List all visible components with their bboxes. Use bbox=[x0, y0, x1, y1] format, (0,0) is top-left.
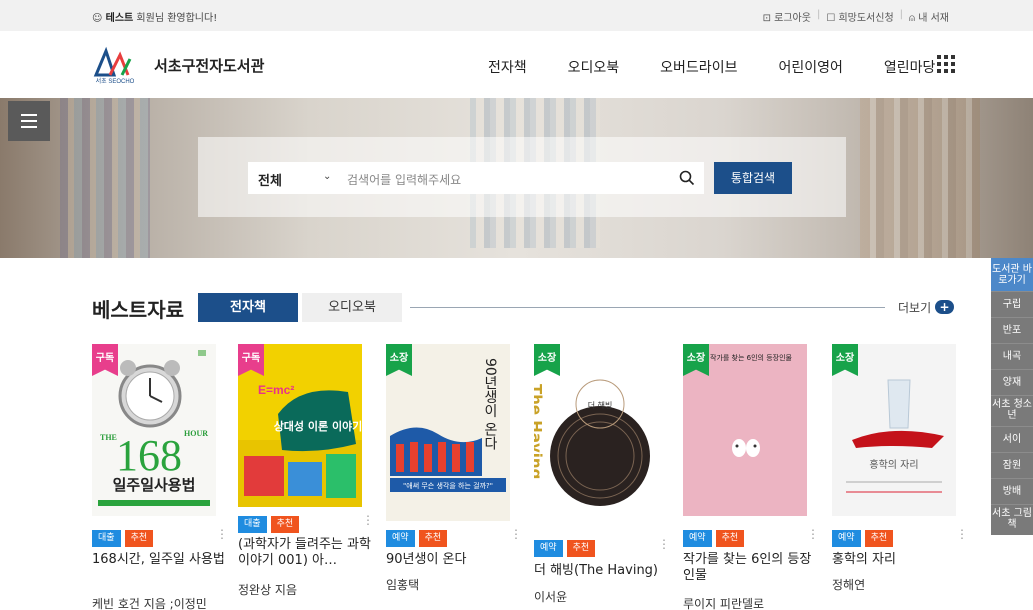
book-author: 이서윤 bbox=[534, 590, 568, 604]
more-options-icon[interactable]: ⋮ bbox=[956, 528, 968, 546]
reserve-badge: 예약 bbox=[683, 530, 712, 547]
quick-item-seocho-picturebook[interactable]: 서초 그림책 bbox=[991, 504, 1033, 535]
divider: | bbox=[816, 9, 821, 20]
quick-item-seocho-youth[interactable]: 서초 청소년 bbox=[991, 395, 1033, 426]
more-options-icon[interactable]: ⋮ bbox=[216, 528, 228, 546]
book-author: 임홍택 bbox=[386, 578, 420, 592]
top-utility-bar: ☺ 테스트 회원님 환영합니다! ⊡ 로그아웃 | ☐ 희망도서신청 | ⍝ 내… bbox=[0, 0, 1033, 31]
cover-text: The Having bbox=[534, 384, 545, 479]
cover-text: 더 해빙 bbox=[588, 400, 613, 410]
more-link[interactable]: 더보기 bbox=[898, 299, 931, 316]
reserve-badge: 예약 bbox=[386, 530, 415, 547]
quick-item-jamwon[interactable]: 잠원 bbox=[991, 452, 1033, 478]
cover-text: "애써 무슨 생각을 하는 걸까?" bbox=[403, 481, 493, 490]
book-title[interactable]: 더 해빙(The Having) bbox=[534, 563, 668, 579]
nav-open-forum[interactable]: 열린마당 bbox=[884, 57, 936, 77]
cover-text: 일주일사용법 bbox=[113, 476, 196, 494]
book-title[interactable]: 작가를 찾는 6인의 등장인물 bbox=[683, 552, 817, 584]
book-title[interactable]: 90년생이 온다 bbox=[386, 552, 520, 568]
nav-kids-english[interactable]: 어린이영어 bbox=[778, 57, 842, 77]
more-options-icon[interactable]: ⋮ bbox=[658, 538, 670, 556]
more-options-icon[interactable]: ⋮ bbox=[807, 528, 819, 546]
loan-badge: 대출 bbox=[238, 516, 267, 533]
main-nav: 전자책 오디오북 오버드라이브 어린이영어 열린마당 bbox=[488, 57, 976, 77]
quick-item-yangjae[interactable]: 양재 bbox=[991, 369, 1033, 395]
book-cover[interactable]: 소장 The Having 더 해빙 bbox=[534, 344, 658, 529]
recommend-badge: 추천 bbox=[124, 530, 154, 547]
tab-audiobook[interactable]: 오디오북 bbox=[302, 293, 402, 322]
welcome-text: 회원님 환영합니다! bbox=[136, 13, 218, 24]
recommend-badge: 추천 bbox=[418, 530, 448, 547]
integrated-search-button[interactable]: 통합검색 bbox=[714, 162, 792, 194]
book-title[interactable]: 168시간, 일주일 사용법 bbox=[92, 552, 226, 568]
loan-badge: 대출 bbox=[92, 530, 121, 547]
book-cover[interactable]: 소장 90년생이 온다 "애써 무슨 생각을 하는 걸까?" bbox=[386, 344, 510, 521]
search-panel: 전체 ⌄ 검색어를 입력해주세요 통합검색 bbox=[198, 137, 846, 217]
cover-text: E=mc² bbox=[258, 383, 294, 397]
recommend-badge: 추천 bbox=[566, 540, 596, 557]
book-title[interactable]: (과학자가 들려주는 과학 이야기 001) 아… bbox=[238, 537, 372, 569]
my-library-link[interactable]: ⍝ 내 서재 bbox=[909, 9, 949, 24]
book-cover[interactable]: 구독 E=mc² 상대성 이론 이야기 bbox=[238, 344, 362, 507]
book-request-link[interactable]: ☐ 희망도서신청 bbox=[826, 9, 893, 24]
nav-overdrive[interactable]: 오버드라이브 bbox=[660, 57, 737, 77]
search-bar: 전체 ⌄ 검색어를 입력해주세요 bbox=[248, 162, 704, 194]
user-icon: ☺ bbox=[92, 13, 103, 24]
quick-item-seoi[interactable]: 서이 bbox=[991, 426, 1033, 452]
cover-text: 상대성 이론 이야기 bbox=[274, 419, 362, 433]
book-cover[interactable]: 구독 THE 168 HOUR 일주일사용법 bbox=[92, 344, 216, 516]
search-scope-select[interactable]: 전체 bbox=[258, 170, 282, 189]
book-author: 정완상 지음 bbox=[238, 583, 298, 597]
cover-text: HOUR bbox=[184, 429, 208, 438]
book-author: 루이지 피란델로 bbox=[683, 597, 765, 610]
quick-item-guripp[interactable]: 구립 bbox=[991, 291, 1033, 317]
book-author: 케빈 호건 지음 ;이정민 bbox=[92, 597, 207, 610]
all-menu-grid-icon[interactable] bbox=[937, 55, 957, 73]
book-author: 정해연 bbox=[832, 578, 866, 592]
site-title[interactable]: 서초구전자도서관 bbox=[154, 55, 264, 76]
quick-item-bangbae[interactable]: 방배 bbox=[991, 478, 1033, 504]
recommend-badge: 추천 bbox=[270, 516, 300, 533]
quick-item-banpo[interactable]: 반포 bbox=[991, 317, 1033, 343]
search-input[interactable]: 검색어를 입력해주세요 bbox=[347, 171, 461, 188]
more-options-icon[interactable]: ⋮ bbox=[362, 514, 374, 532]
reserve-badge: 예약 bbox=[534, 540, 563, 557]
section-divider bbox=[410, 307, 885, 308]
cover-text: THE bbox=[100, 433, 117, 442]
logo-text: 서초 SEOCHO bbox=[96, 77, 135, 85]
reserve-badge: 예약 bbox=[832, 530, 861, 547]
tab-ebook[interactable]: 전자책 bbox=[198, 293, 298, 322]
book-cover[interactable]: 소장 작가를 찾는 6인의 등장인물 bbox=[683, 344, 807, 516]
site-header: 서초 SEOCHO 서초구전자도서관 전자책 오디오북 오버드라이브 어린이영어… bbox=[0, 31, 1033, 98]
plus-icon[interactable]: + bbox=[935, 300, 954, 314]
best-section-title: 베스트자료 bbox=[92, 298, 184, 322]
library-quick-menu: 도서관 바로가기 구립 반포 내곡 양재 서초 청소년 서이 잠원 방배 서초 … bbox=[991, 258, 1033, 535]
welcome-message: ☺ 테스트 회원님 환영합니다! bbox=[92, 9, 217, 24]
hamburger-menu-button[interactable] bbox=[8, 101, 50, 141]
quick-menu-header: 도서관 바로가기 bbox=[991, 258, 1033, 291]
logout-link[interactable]: ⊡ 로그아웃 bbox=[763, 9, 811, 24]
book-title[interactable]: 홍학의 자리 bbox=[832, 552, 966, 568]
book-cover[interactable]: 소장 홍학의 자리 bbox=[832, 344, 956, 516]
cover-text: 168 bbox=[116, 431, 182, 480]
chevron-down-icon[interactable]: ⌄ bbox=[323, 171, 331, 182]
seocho-logo[interactable]: 서초 SEOCHO bbox=[92, 45, 138, 85]
cover-text: 90년생이 온다 bbox=[482, 358, 498, 451]
divider: | bbox=[899, 9, 904, 20]
quick-item-naegok[interactable]: 내곡 bbox=[991, 343, 1033, 369]
recommend-badge: 추천 bbox=[864, 530, 894, 547]
more-options-icon[interactable]: ⋮ bbox=[510, 528, 522, 546]
cover-text: 작가를 찾는 6인의 등장인물 bbox=[710, 353, 793, 362]
recommend-badge: 추천 bbox=[715, 530, 745, 547]
search-icon[interactable] bbox=[679, 170, 695, 186]
nav-audiobook[interactable]: 오디오북 bbox=[568, 57, 620, 77]
cover-text: 홍학의 자리 bbox=[869, 458, 918, 471]
welcome-user-name: 테스트 bbox=[105, 13, 134, 24]
nav-ebook[interactable]: 전자책 bbox=[488, 57, 527, 77]
